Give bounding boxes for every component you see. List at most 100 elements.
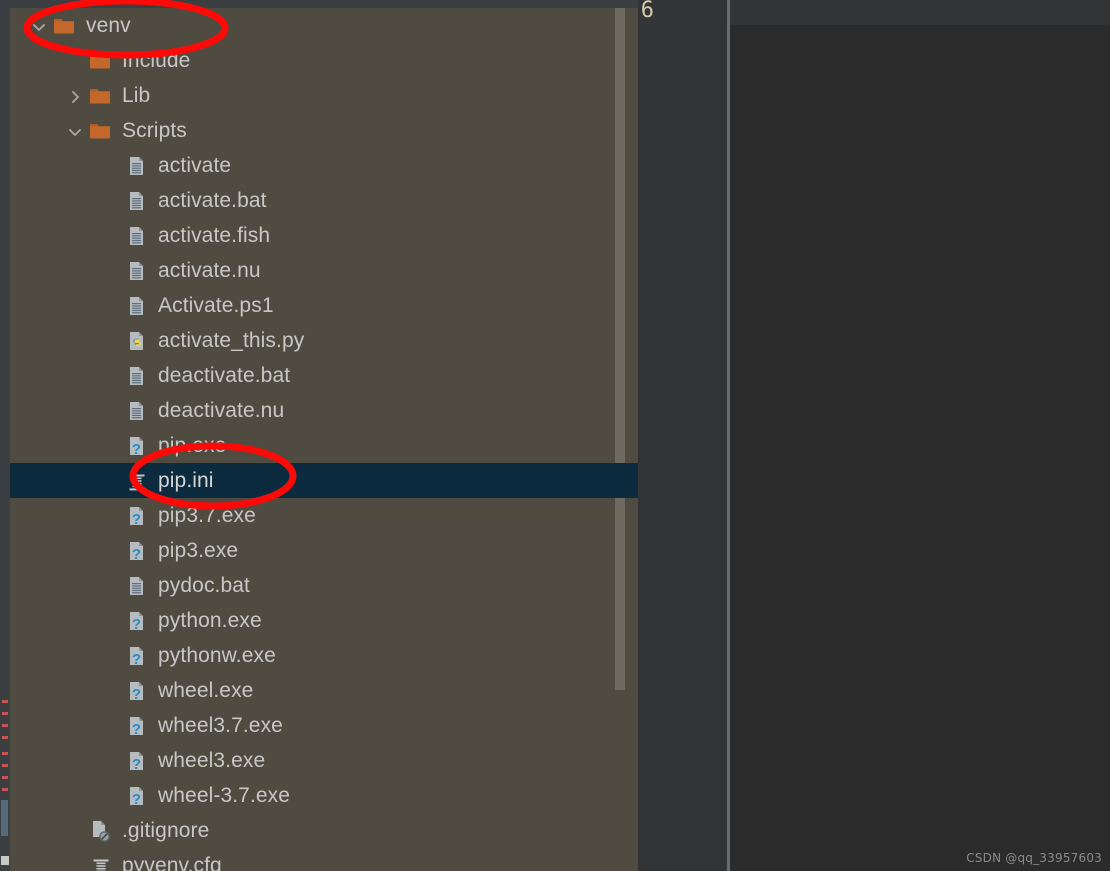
tree-row-label: activate_this.py bbox=[158, 329, 305, 352]
tree-arrow-placeholder bbox=[100, 540, 122, 562]
tree-row[interactable]: Lib bbox=[10, 78, 638, 113]
error-stripe-markers[interactable] bbox=[0, 0, 10, 871]
tree-row-label: wheel3.7.exe bbox=[158, 714, 283, 737]
tree-row[interactable]: ? pip.exe bbox=[10, 428, 638, 463]
unknown-file-icon: ? bbox=[124, 679, 150, 703]
app-window: venv Include Lib Scripts activate activate.ba… bbox=[0, 0, 1110, 871]
tree-arrow-placeholder bbox=[100, 330, 122, 352]
left-edge-strip bbox=[0, 0, 10, 871]
text-file-icon bbox=[124, 154, 150, 178]
text-file-icon bbox=[124, 224, 150, 248]
svg-text:?: ? bbox=[132, 511, 141, 528]
tree-row[interactable]: Scripts bbox=[10, 113, 638, 148]
svg-text:?: ? bbox=[132, 616, 141, 633]
svg-text:?: ? bbox=[132, 721, 141, 738]
tree-arrow-placeholder bbox=[100, 715, 122, 737]
tree-arrow-placeholder bbox=[100, 225, 122, 247]
tree-row-label: deactivate.nu bbox=[158, 399, 285, 422]
tree-row[interactable]: activate_this.py bbox=[10, 323, 638, 358]
tree-arrow-placeholder bbox=[100, 435, 122, 457]
editor-line-number: 6 bbox=[640, 0, 654, 23]
tree-row[interactable]: pyvenv.cfg bbox=[10, 848, 638, 871]
tree-row-label: activate.nu bbox=[158, 259, 261, 282]
tree-row[interactable]: deactivate.bat bbox=[10, 358, 638, 393]
tree-row[interactable]: ? pythonw.exe bbox=[10, 638, 638, 673]
tree-row[interactable]: activate bbox=[10, 148, 638, 183]
tree-row-label: pip3.exe bbox=[158, 539, 239, 562]
tree-row[interactable]: ? wheel3.exe bbox=[10, 743, 638, 778]
tree-arrow-placeholder bbox=[64, 855, 86, 871]
tree-row-label: activate.bat bbox=[158, 189, 267, 212]
text-file-icon bbox=[124, 189, 150, 213]
unknown-file-icon: ? bbox=[124, 539, 150, 563]
tree-row[interactable]: ? python.exe bbox=[10, 603, 638, 638]
unknown-file-icon: ? bbox=[124, 434, 150, 458]
tree-row-label: wheel.exe bbox=[158, 679, 254, 702]
tree-arrow-placeholder bbox=[100, 365, 122, 387]
folder-icon bbox=[52, 14, 78, 38]
text-file-icon bbox=[124, 364, 150, 388]
tree-row-label: Include bbox=[122, 49, 191, 72]
selection-bleed-over-scrollbar bbox=[612, 463, 638, 498]
tree-row-label: Activate.ps1 bbox=[158, 294, 274, 317]
tree-row-label: venv bbox=[86, 14, 131, 37]
editor-text-area[interactable] bbox=[730, 0, 1110, 871]
tree-vertical-scrollbar[interactable] bbox=[612, 8, 627, 871]
tree-row[interactable]: pip.ini bbox=[10, 463, 638, 498]
chevron-down-icon[interactable] bbox=[28, 15, 50, 37]
tree-row[interactable]: ? wheel.exe bbox=[10, 673, 638, 708]
folder-icon bbox=[88, 84, 114, 108]
folder-icon bbox=[88, 49, 114, 73]
folder-icon bbox=[88, 119, 114, 143]
tree-row-label: wheel-3.7.exe bbox=[158, 784, 291, 807]
project-tool-window[interactable]: venv Include Lib Scripts activate activate.ba… bbox=[10, 8, 638, 871]
ini-file-icon bbox=[124, 469, 150, 493]
tree-row[interactable]: pydoc.bat bbox=[10, 568, 638, 603]
svg-text:?: ? bbox=[132, 546, 141, 563]
tree-row[interactable]: ? pip3.exe bbox=[10, 533, 638, 568]
tree-row[interactable]: .gitignore bbox=[10, 813, 638, 848]
tree-row-label: wheel3.exe bbox=[158, 749, 266, 772]
tree-arrow-placeholder bbox=[100, 295, 122, 317]
svg-text:?: ? bbox=[132, 756, 141, 773]
chevron-down-icon[interactable] bbox=[64, 120, 86, 142]
tree-row[interactable]: ? wheel3.7.exe bbox=[10, 708, 638, 743]
tree-row-label: pip.exe bbox=[158, 434, 227, 457]
tree-row-label: Scripts bbox=[122, 119, 187, 142]
unknown-file-icon: ? bbox=[124, 609, 150, 633]
text-file-icon bbox=[124, 574, 150, 598]
tree-arrow-placeholder bbox=[100, 610, 122, 632]
tree-arrow-placeholder bbox=[100, 470, 122, 492]
text-file-icon bbox=[124, 399, 150, 423]
editor-gutter[interactable]: 6 bbox=[638, 0, 727, 871]
tree-row-label: Lib bbox=[122, 84, 151, 107]
tree-row-label: pydoc.bat bbox=[158, 574, 250, 597]
tree-row[interactable]: deactivate.nu bbox=[10, 393, 638, 428]
tree-arrow-placeholder bbox=[100, 680, 122, 702]
chevron-right-icon[interactable] bbox=[64, 85, 86, 107]
tree-row[interactable]: venv bbox=[10, 8, 638, 43]
tree-row-label: pip.ini bbox=[158, 469, 214, 492]
tree-row[interactable]: Include bbox=[10, 43, 638, 78]
text-file-icon bbox=[124, 259, 150, 283]
tree-row[interactable]: ? wheel-3.7.exe bbox=[10, 778, 638, 813]
svg-text:?: ? bbox=[132, 686, 141, 703]
tree-row[interactable]: activate.nu bbox=[10, 253, 638, 288]
tree-arrow-placeholder bbox=[100, 750, 122, 772]
tree-row[interactable]: activate.fish bbox=[10, 218, 638, 253]
tree-arrow-placeholder bbox=[64, 820, 86, 842]
unknown-file-icon: ? bbox=[124, 504, 150, 528]
tree-row[interactable]: Activate.ps1 bbox=[10, 288, 638, 323]
file-tree[interactable]: venv Include Lib Scripts activate activate.ba… bbox=[10, 8, 638, 871]
tree-scrollbar-thumb[interactable] bbox=[615, 8, 625, 690]
tree-row-label: deactivate.bat bbox=[158, 364, 291, 387]
svg-text:?: ? bbox=[132, 651, 141, 668]
tree-arrow-placeholder bbox=[100, 400, 122, 422]
svg-text:?: ? bbox=[132, 791, 141, 808]
svg-text:?: ? bbox=[132, 441, 141, 458]
tree-row-label: activate bbox=[158, 154, 232, 177]
tree-row[interactable]: ? pip3.7.exe bbox=[10, 498, 638, 533]
watermark-text: CSDN @qq_33957603 bbox=[966, 851, 1102, 865]
tree-row[interactable]: activate.bat bbox=[10, 183, 638, 218]
tree-arrow-placeholder bbox=[100, 575, 122, 597]
